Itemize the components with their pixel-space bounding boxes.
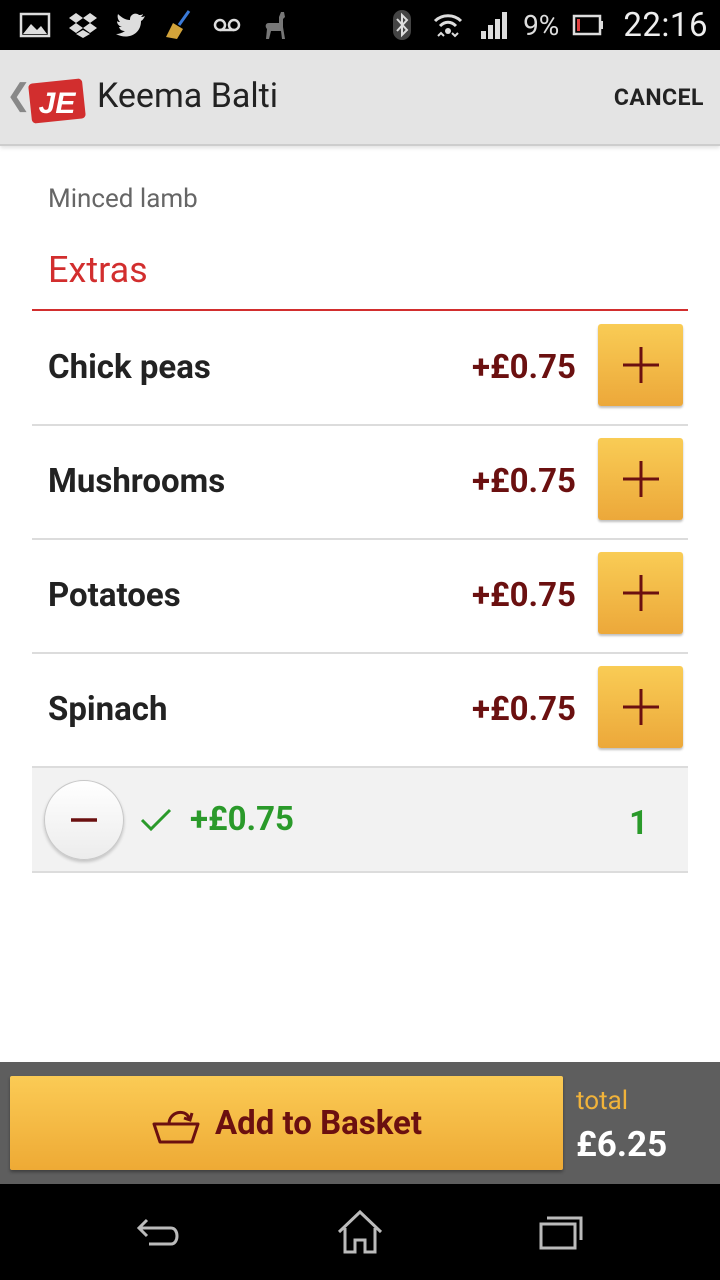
option-price: +£0.75: [472, 462, 576, 501]
add-to-basket-label: Add to Basket: [214, 1103, 423, 1143]
add-potatoes-button[interactable]: [598, 552, 683, 634]
add-to-basket-button[interactable]: Add to Basket: [10, 1076, 563, 1170]
wifi-icon: [431, 8, 465, 42]
bluetooth-icon: [385, 8, 419, 42]
dropbox-icon: [66, 8, 100, 42]
option-row-chick-peas: Chick peas +£0.75: [32, 312, 688, 426]
selected-extra-quantity: 1: [629, 804, 648, 843]
selected-extra-row: +£0.75 1: [32, 768, 688, 873]
plus-icon: [622, 575, 659, 611]
total-label: total: [576, 1086, 629, 1116]
selected-extra-price: +£0.75: [190, 800, 294, 839]
option-name: Potatoes: [48, 576, 181, 615]
option-price: +£0.75: [472, 348, 576, 387]
add-chick-peas-button[interactable]: [598, 324, 683, 406]
voicemail-icon: [210, 8, 244, 42]
add-spinach-button[interactable]: [598, 666, 683, 748]
plus-icon: [622, 347, 659, 383]
signal-icon: [477, 8, 511, 42]
cancel-button[interactable]: CANCEL: [614, 84, 704, 111]
action-bar: ❮ JE Keema Balti CANCEL: [0, 50, 720, 146]
minus-icon: [71, 818, 97, 822]
total-value: £6.25: [576, 1124, 668, 1165]
extras-section-title: Extras: [48, 249, 148, 291]
svg-text:JE: JE: [39, 87, 77, 120]
battery-icon: [571, 8, 605, 42]
twitter-icon: [114, 8, 148, 42]
recent-apps-nav-button[interactable]: [530, 1206, 590, 1258]
status-bar: 9% 22:16: [0, 0, 720, 50]
plus-icon: [622, 689, 659, 725]
option-row-spinach: Spinach +£0.75: [32, 654, 688, 768]
option-name: Spinach: [48, 690, 168, 729]
battery-percent: 9%: [523, 8, 560, 42]
llama-icon: [258, 8, 292, 42]
navigation-bar: [0, 1184, 720, 1280]
plus-icon: [622, 461, 659, 497]
section-divider: [32, 309, 688, 311]
page-title: Keema Balti: [97, 76, 279, 116]
remove-extra-button[interactable]: [44, 780, 124, 860]
checkmark-icon: [140, 808, 172, 832]
back-arrow-icon: [136, 1218, 179, 1246]
recent-apps-icon: [539, 1216, 583, 1250]
clock: 22:16: [623, 5, 708, 45]
cleaner-broom-icon: [162, 8, 196, 42]
system-status-icons: 9% 22:16: [385, 0, 708, 50]
option-price: +£0.75: [472, 690, 576, 729]
option-price: +£0.75: [472, 576, 576, 615]
home-nav-button[interactable]: [330, 1206, 390, 1258]
add-mushrooms-button[interactable]: [598, 438, 683, 520]
option-row-mushrooms: Mushrooms +£0.75: [32, 426, 688, 540]
basket-bar: Add to Basket total £6.25: [0, 1062, 720, 1184]
gallery-icon: [18, 8, 52, 42]
option-name: Chick peas: [48, 348, 211, 387]
basket-icon: [152, 1110, 200, 1144]
back-nav-button[interactable]: [130, 1206, 190, 1258]
notification-icons: [18, 8, 292, 42]
item-description: Minced lamb: [48, 184, 198, 214]
home-icon: [337, 1209, 383, 1254]
app-logo[interactable]: JE: [26, 75, 88, 125]
option-name: Mushrooms: [48, 462, 226, 501]
option-row-potatoes: Potatoes +£0.75: [32, 540, 688, 654]
